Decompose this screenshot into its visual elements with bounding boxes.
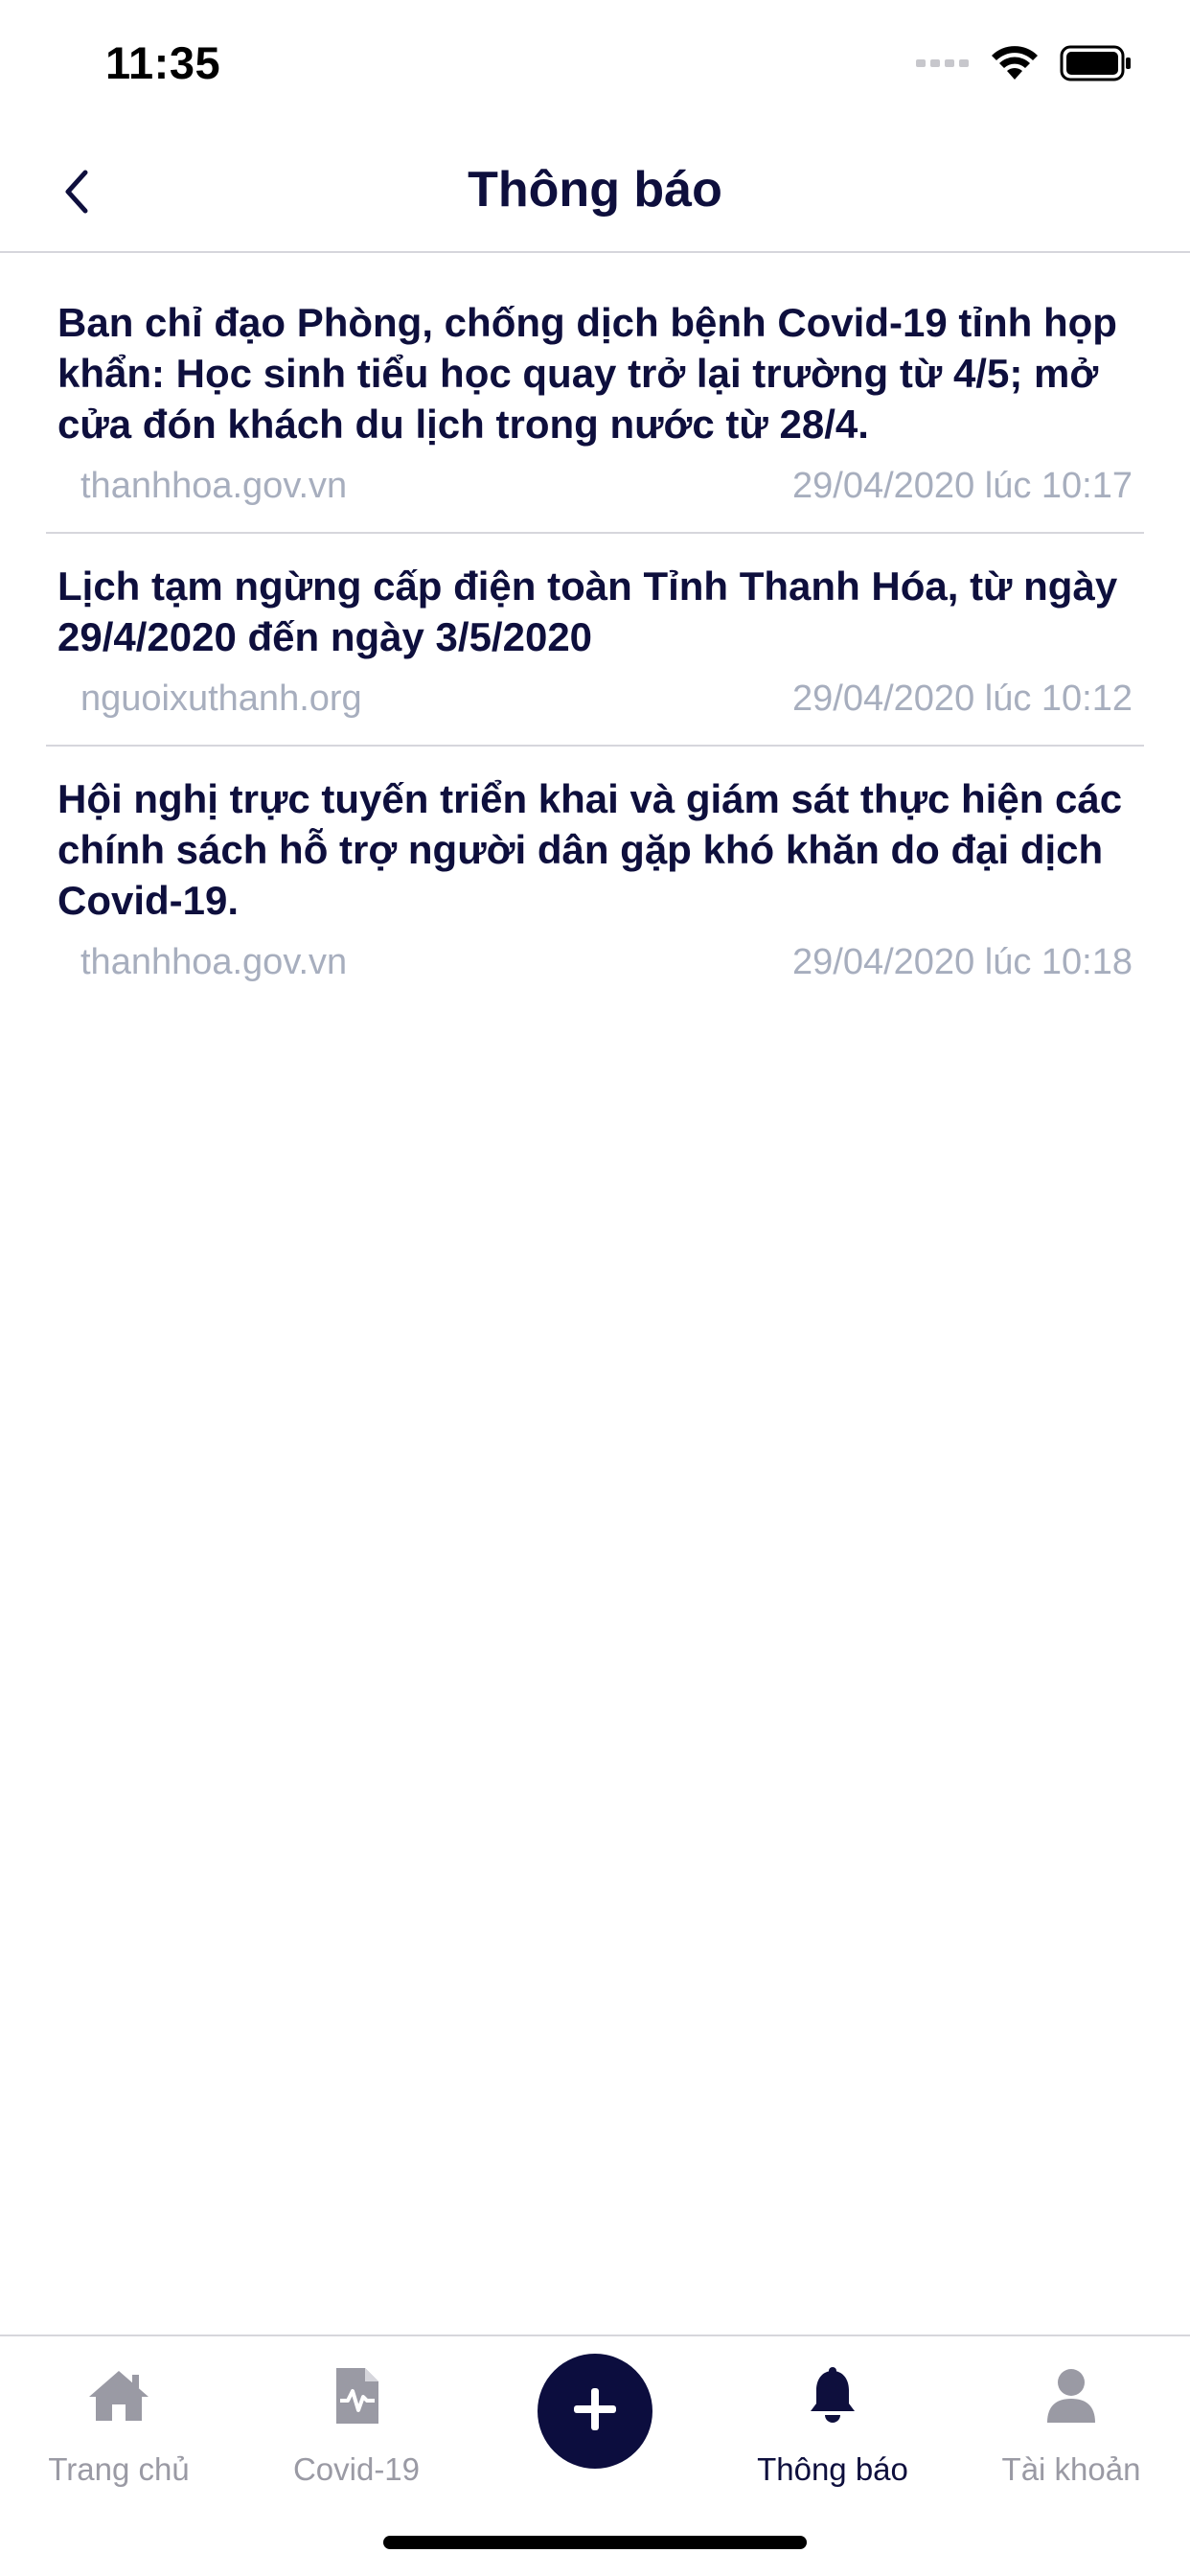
list-item[interactable]: Ban chỉ đạo Phòng, chống dịch bệnh Covid… xyxy=(46,255,1144,534)
navigation-bar: Thông báo xyxy=(0,134,1190,253)
tab-home[interactable]: Trang chủ xyxy=(0,2358,238,2501)
medical-report-icon xyxy=(238,2358,475,2434)
bell-icon xyxy=(714,2358,951,2434)
status-icons xyxy=(916,44,1133,86)
news-title: Ban chỉ đạo Phòng, chống dịch bệnh Covid… xyxy=(57,300,1117,447)
tab-covid[interactable]: Covid-19 xyxy=(238,2358,475,2501)
news-title: Hội nghị trực tuyến triển khai và giám s… xyxy=(57,776,1123,923)
page-title: Thông báo xyxy=(468,162,722,218)
news-datetime: 29/04/2020 lúc 10:17 xyxy=(792,466,1133,506)
news-datetime: 29/04/2020 lúc 10:12 xyxy=(792,678,1133,719)
status-time: 11:35 xyxy=(105,37,221,88)
news-meta: nguoixuthanh.org 29/04/2020 lúc 10:12 xyxy=(57,676,1133,722)
battery-icon xyxy=(1060,45,1133,86)
signal-icon xyxy=(916,57,970,74)
tab-label: Trang chủ xyxy=(48,2451,190,2487)
news-title: Lịch tạm ngừng cấp điện toàn Tỉnh Thanh … xyxy=(57,564,1118,659)
home-indicator xyxy=(383,2536,807,2549)
notifications-screen: 11:35 Thông báo Ban chỉ đạo Phòng, chống… xyxy=(0,0,1190,2576)
tab-label: Covid-19 xyxy=(292,2451,421,2487)
status-bar: 11:35 xyxy=(0,0,1190,134)
news-source: thanhhoa.gov.vn xyxy=(80,942,348,982)
list-item[interactable]: Hội nghị trực tuyến triển khai và giám s… xyxy=(46,747,1144,1008)
user-icon xyxy=(952,2358,1190,2434)
home-icon xyxy=(0,2358,238,2434)
list-item[interactable]: Lịch tạm ngừng cấp điện toàn Tỉnh Thanh … xyxy=(46,534,1144,747)
news-source: thanhhoa.gov.vn xyxy=(80,466,348,506)
plus-icon xyxy=(570,2384,620,2439)
tab-label: Thông báo xyxy=(757,2451,908,2487)
add-button[interactable] xyxy=(538,2354,652,2469)
news-source: nguoixuthanh.org xyxy=(80,678,362,719)
tab-label: Tài khoản xyxy=(1001,2451,1141,2487)
news-datetime: 29/04/2020 lúc 10:18 xyxy=(792,942,1133,982)
tab-account[interactable]: Tài khoản xyxy=(952,2358,1190,2501)
news-meta: thanhhoa.gov.vn 29/04/2020 lúc 10:18 xyxy=(57,939,1133,985)
tab-notifications[interactable]: Thông báo xyxy=(714,2358,951,2501)
news-meta: thanhhoa.gov.vn 29/04/2020 lúc 10:17 xyxy=(57,463,1133,509)
notification-list: Ban chỉ đạo Phòng, chống dịch bệnh Covid… xyxy=(46,255,1144,1008)
wifi-icon xyxy=(991,45,1039,86)
